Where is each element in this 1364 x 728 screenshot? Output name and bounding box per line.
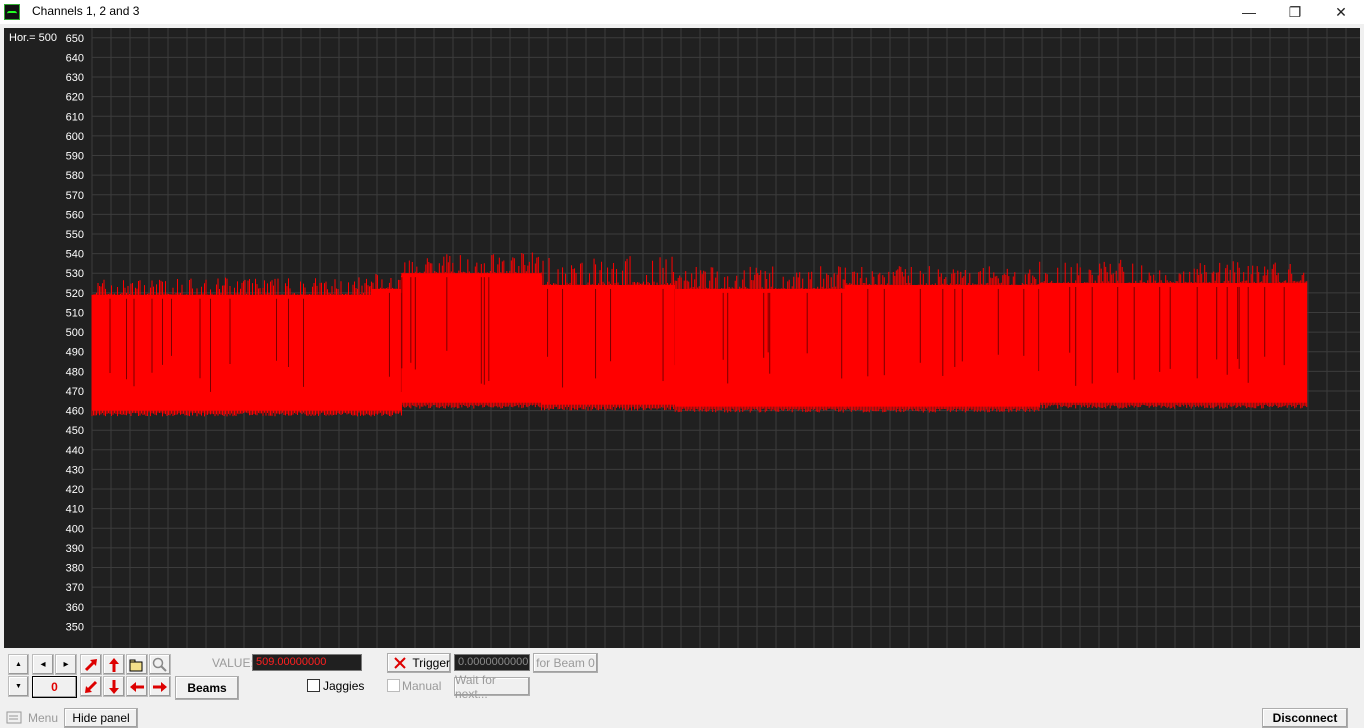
manual-label: Manual [402,679,442,693]
spin-up-button[interactable]: ▲ [8,654,29,675]
value-label: VALUE: [212,656,254,670]
y-tick-label: 430 [66,464,84,476]
trigger-value-field[interactable]: 0.0000000000 [454,654,530,671]
y-tick-label: 480 [66,366,84,378]
y-tick-label: 360 [66,602,84,614]
hor-label: Hor.= 500 [9,32,57,44]
for-beam-button[interactable]: for Beam 0 [533,653,598,673]
maximize-button[interactable]: ❐ [1272,0,1318,24]
y-tick-label: 460 [66,406,84,418]
y-tick-label: 580 [66,170,84,182]
control-panel: ▲ ▼ ◂ ▸ 0 Beams VALUE: 509.00000000 Jagg… [0,648,1364,728]
arrow-down-left-icon[interactable] [80,676,102,697]
y-tick-label: 560 [66,209,84,221]
hide-panel-button[interactable]: Hide panel [64,708,138,728]
y-tick-label: 400 [66,523,84,535]
y-tick-label: 640 [66,52,84,64]
arrow-up-icon[interactable] [103,654,125,675]
trigger-label: Trigger [412,656,450,670]
nav-left-button[interactable]: ◂ [32,654,54,675]
y-tick-label: 440 [66,445,84,457]
y-tick-label: 650 [66,33,84,45]
wait-for-next-button[interactable]: Wait for next... [454,673,530,701]
y-tick-label: 490 [66,347,84,359]
arrow-down-icon[interactable] [103,676,125,697]
y-tick-label: 600 [66,131,84,143]
jaggies-label: Jaggies [323,679,365,693]
chart: Hor.= 500 650 640 630 620 610 600 590 580 570 560 5… [9,28,1360,648]
menu-button[interactable]: Menu [6,711,58,725]
minimize-button[interactable]: — [1226,0,1272,24]
arrow-right-icon[interactable] [149,676,171,697]
manual-checkbox[interactable] [387,679,400,692]
zoom-icon[interactable] [149,654,171,675]
y-tick-label: 350 [66,621,84,633]
close-button[interactable]: ✕ [1318,0,1364,24]
nav-right-button[interactable]: ▸ [55,654,77,675]
y-tick-label: 420 [66,484,84,496]
y-tick-label: 520 [66,288,84,300]
y-tick-label: 390 [66,543,84,555]
y-tick-label: 470 [66,386,84,398]
open-folder-icon[interactable] [126,654,148,675]
y-tick-label: 370 [66,582,84,594]
close-x-icon [394,657,406,669]
y-tick-label: 500 [66,327,84,339]
y-tick-label: 410 [66,504,84,516]
y-tick-label: 570 [66,190,84,202]
y-tick-label: 610 [66,111,84,123]
beam-index-field[interactable]: 0 [32,676,77,698]
beams-button[interactable]: Beams [175,676,239,700]
y-tick-label: 510 [66,307,84,319]
menu-label: Menu [28,711,59,725]
disconnect-button[interactable]: Disconnect [1262,708,1348,728]
y-tick-label: 630 [66,72,84,84]
arrow-left-icon[interactable] [126,676,148,697]
oscilloscope-plot[interactable]: Hor.= 500 650 640 630 620 610 600 590 580 570 560 5… [4,28,1360,648]
y-tick-label: 620 [66,92,84,104]
y-tick-label: 450 [66,425,84,437]
y-tick-label: 590 [66,151,84,163]
app-icon [4,4,20,20]
y-tick-label: 380 [66,563,84,575]
menu-icon [6,711,22,724]
y-tick-label: 550 [66,229,84,241]
value-field[interactable]: 509.00000000 [252,654,362,671]
arrow-up-right-icon[interactable] [80,654,102,675]
y-tick-label: 530 [66,268,84,280]
window-title: Channels 1, 2 and 3 [32,4,140,18]
trigger-button[interactable]: Trigger [387,653,451,673]
jaggies-checkbox[interactable] [307,679,320,692]
y-tick-label: 540 [66,249,84,261]
title-bar: Channels 1, 2 and 3 — ❐ ✕ [0,0,1364,24]
spin-down-button[interactable]: ▼ [8,676,29,697]
